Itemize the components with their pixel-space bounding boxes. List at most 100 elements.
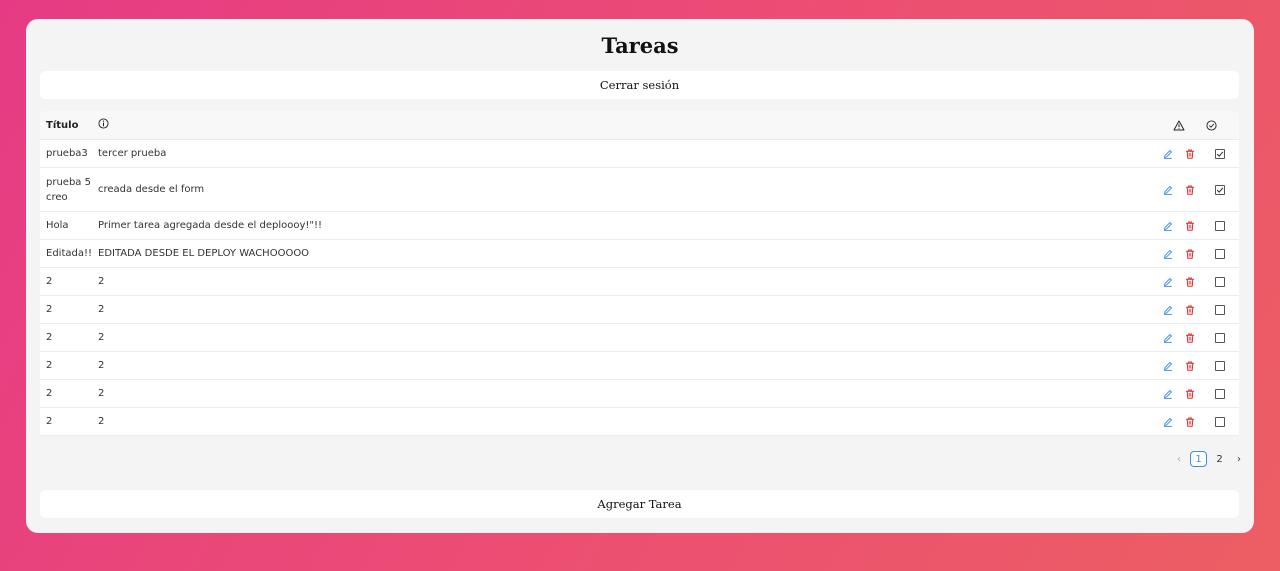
edit-task-button[interactable] [1157,185,1179,195]
task-done-checkbox[interactable] [1215,148,1225,159]
task-done-checkbox-cell [1201,388,1239,399]
table-row: 22 [40,296,1239,324]
edit-task-button[interactable] [1157,333,1179,343]
table-row: 22 [40,380,1239,408]
task-rows: prueba3 tercer prueba prueba 5 creo creada … [40,140,1239,436]
delete-task-button[interactable] [1179,221,1201,231]
warning-triangle-icon [1173,120,1185,130]
delete-task-button[interactable] [1179,361,1201,371]
edit-task-button[interactable] [1157,305,1179,315]
pagination-page-2[interactable]: 2 [1211,451,1228,467]
column-header-done [1201,119,1221,131]
edit-task-button[interactable] [1157,389,1179,399]
trash-icon [1186,149,1194,159]
table-row: Hola Primer tarea agregada desde el deplo… [40,212,1239,240]
edit-task-button[interactable] [1157,361,1179,371]
column-header-title: Título [46,119,79,131]
table-row: prueba3 tercer prueba [40,140,1239,168]
edit-task-button[interactable] [1157,417,1179,427]
task-title: 2 [46,416,53,427]
check-circle-icon [1205,119,1217,131]
check-icon [1216,150,1224,157]
task-done-checkbox-cell [1201,276,1239,287]
task-description: 2 [98,332,105,343]
task-done-checkbox-cell [1201,304,1239,315]
task-done-checkbox-cell [1201,220,1239,231]
task-done-checkbox-cell [1201,360,1239,371]
trash-icon [1186,277,1194,287]
task-description: tercer prueba [98,148,167,159]
task-done-checkbox[interactable] [1215,276,1225,287]
edit-task-button[interactable] [1157,249,1179,259]
logout-button[interactable]: Cerrar sesión [40,71,1239,99]
pencil-icon [1163,333,1173,343]
trash-icon [1186,333,1194,343]
task-description: 2 [98,388,105,399]
edit-task-button[interactable] [1157,149,1179,159]
table-header: Título [40,111,1239,140]
pencil-icon [1163,305,1173,315]
add-task-button[interactable]: Agregar Tarea [40,490,1239,518]
task-title: prueba 5 creo [46,176,91,203]
task-done-checkbox-cell [1201,332,1239,343]
task-title: 2 [46,360,53,371]
task-done-checkbox[interactable] [1215,248,1225,259]
trash-icon [1186,305,1194,315]
task-done-checkbox[interactable] [1215,220,1225,231]
pagination-prev-icon[interactable]: ‹ [1172,454,1186,465]
pencil-icon [1163,149,1173,159]
table-row: 22 [40,352,1239,380]
task-done-checkbox[interactable] [1215,304,1225,315]
pencil-icon [1163,221,1173,231]
column-header-description [98,118,1157,132]
trash-icon [1186,389,1194,399]
task-done-checkbox[interactable] [1215,416,1225,427]
delete-task-button[interactable] [1179,277,1201,287]
page-title: Tareas [601,33,679,58]
tasks-card: Tareas Cerrar sesión Título prueba3 terc… [26,19,1254,533]
pagination-next-icon[interactable]: › [1232,454,1246,465]
pencil-icon [1163,361,1173,371]
trash-icon [1186,221,1194,231]
column-header-priority [1157,120,1201,131]
task-done-checkbox[interactable] [1215,184,1225,195]
delete-task-button[interactable] [1179,305,1201,315]
edit-task-button[interactable] [1157,277,1179,287]
trash-icon [1186,185,1194,195]
task-title: Editada!! [46,248,92,259]
edit-task-button[interactable] [1157,221,1179,231]
pagination-page-1[interactable]: 1 [1190,451,1207,467]
table-row: 22 [40,408,1239,436]
task-done-checkbox-cell [1201,416,1239,427]
task-done-checkbox-cell [1201,248,1239,259]
table-row: 22 [40,268,1239,296]
task-title: prueba3 [46,148,88,159]
trash-icon [1186,417,1194,427]
task-description: creada desde el form [98,184,205,195]
pencil-icon [1163,277,1173,287]
task-title: Hola [46,220,69,231]
pencil-icon [1163,389,1173,399]
task-description: EDITADA DESDE EL DEPLOY WACHOOOOO [98,248,310,259]
task-done-checkbox[interactable] [1215,360,1225,371]
delete-task-button[interactable] [1179,389,1201,399]
info-circle-icon [98,118,109,129]
task-done-checkbox[interactable] [1215,332,1225,343]
trash-icon [1186,249,1194,259]
task-done-checkbox-cell [1201,148,1239,159]
pencil-icon [1163,185,1173,195]
task-done-checkbox[interactable] [1215,388,1225,399]
delete-task-button[interactable] [1179,417,1201,427]
task-description: 2 [98,276,105,287]
task-description: 2 [98,416,105,427]
delete-task-button[interactable] [1179,333,1201,343]
task-done-checkbox-cell [1201,184,1239,195]
table-row: Editada!! EDITADA DESDE EL DEPLOY WACHOOO… [40,240,1239,268]
tasks-table: Título prueba3 tercer prueba prueba 5 cr… [40,111,1239,436]
task-title: 2 [46,304,53,315]
delete-task-button[interactable] [1179,149,1201,159]
pencil-icon [1163,249,1173,259]
trash-icon [1186,361,1194,371]
delete-task-button[interactable] [1179,249,1201,259]
delete-task-button[interactable] [1179,185,1201,195]
